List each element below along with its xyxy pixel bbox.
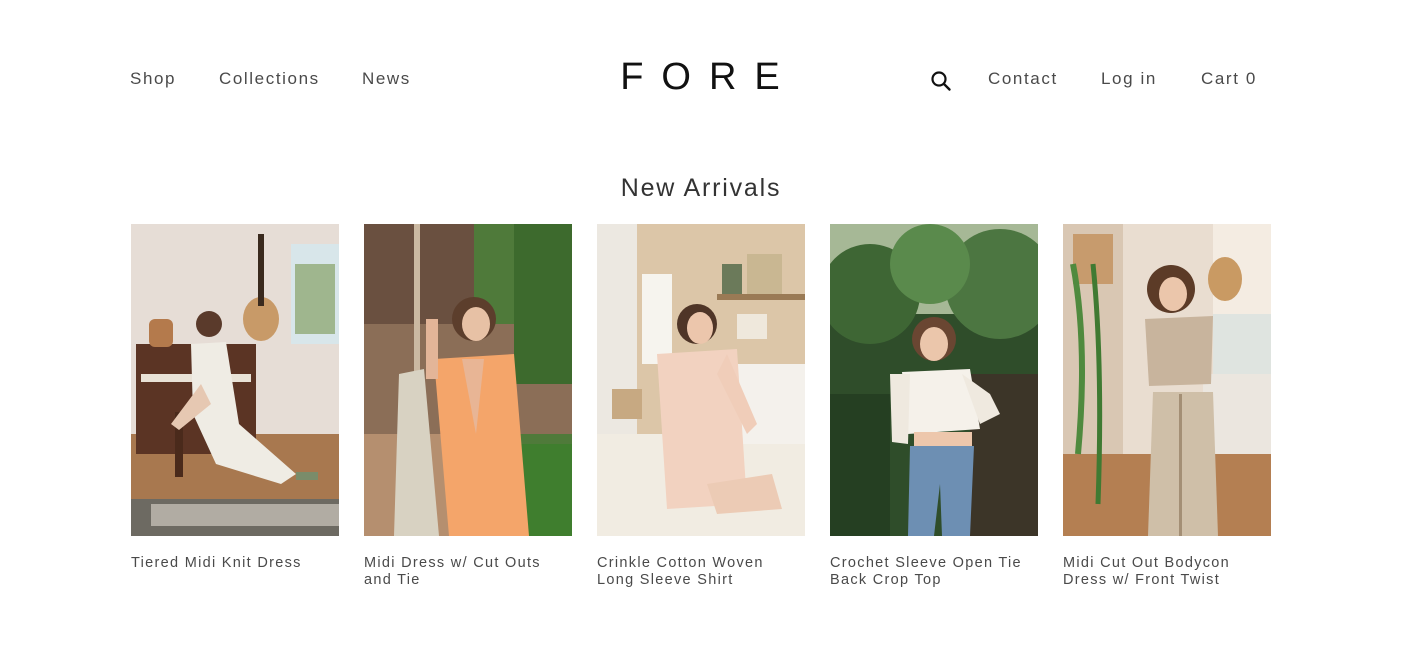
product-title[interactable]: Midi Cut Out Bodycon Dress w/ Front Twis…: [1063, 555, 1271, 589]
product-image[interactable]: [131, 224, 339, 536]
nav-contact[interactable]: Contact: [988, 69, 1058, 89]
product-card[interactable]: Midi Cut Out Bodycon Dress w/ Front Twis…: [1063, 224, 1271, 589]
product-image[interactable]: [830, 224, 1038, 536]
nav-login[interactable]: Log in: [1101, 69, 1157, 89]
product-title[interactable]: Crochet Sleeve Open Tie Back Crop Top: [830, 555, 1038, 589]
product-title[interactable]: Midi Dress w/ Cut Outs and Tie: [364, 555, 572, 589]
product-card[interactable]: Tiered Midi Knit Dress: [131, 224, 339, 572]
product-card[interactable]: Crochet Sleeve Open Tie Back Crop Top: [830, 224, 1038, 589]
nav-cart[interactable]: Cart 0: [1201, 69, 1257, 89]
nav-collections[interactable]: Collections: [219, 69, 320, 89]
nav-shop[interactable]: Shop: [130, 69, 176, 89]
product-image[interactable]: [597, 224, 805, 536]
product-card[interactable]: Midi Dress w/ Cut Outs and Tie: [364, 224, 572, 589]
product-grid: Tiered Midi Knit Dress Midi Dress w/ Cut…: [131, 224, 1271, 604]
product-image[interactable]: [1063, 224, 1271, 536]
search-icon[interactable]: [930, 70, 952, 92]
product-image[interactable]: [364, 224, 572, 536]
product-title[interactable]: Crinkle Cotton Woven Long Sleeve Shirt: [597, 555, 805, 589]
product-title[interactable]: Tiered Midi Knit Dress: [131, 555, 339, 572]
section-title: New Arrivals: [620, 174, 782, 202]
nav-news[interactable]: News: [362, 69, 411, 89]
product-card[interactable]: Crinkle Cotton Woven Long Sleeve Shirt: [597, 224, 805, 589]
site-header: Shop Collections News FORE Contact Log i…: [0, 0, 1416, 160]
site-logo[interactable]: FORE: [600, 56, 800, 99]
search-icon-graphic: [931, 71, 951, 91]
